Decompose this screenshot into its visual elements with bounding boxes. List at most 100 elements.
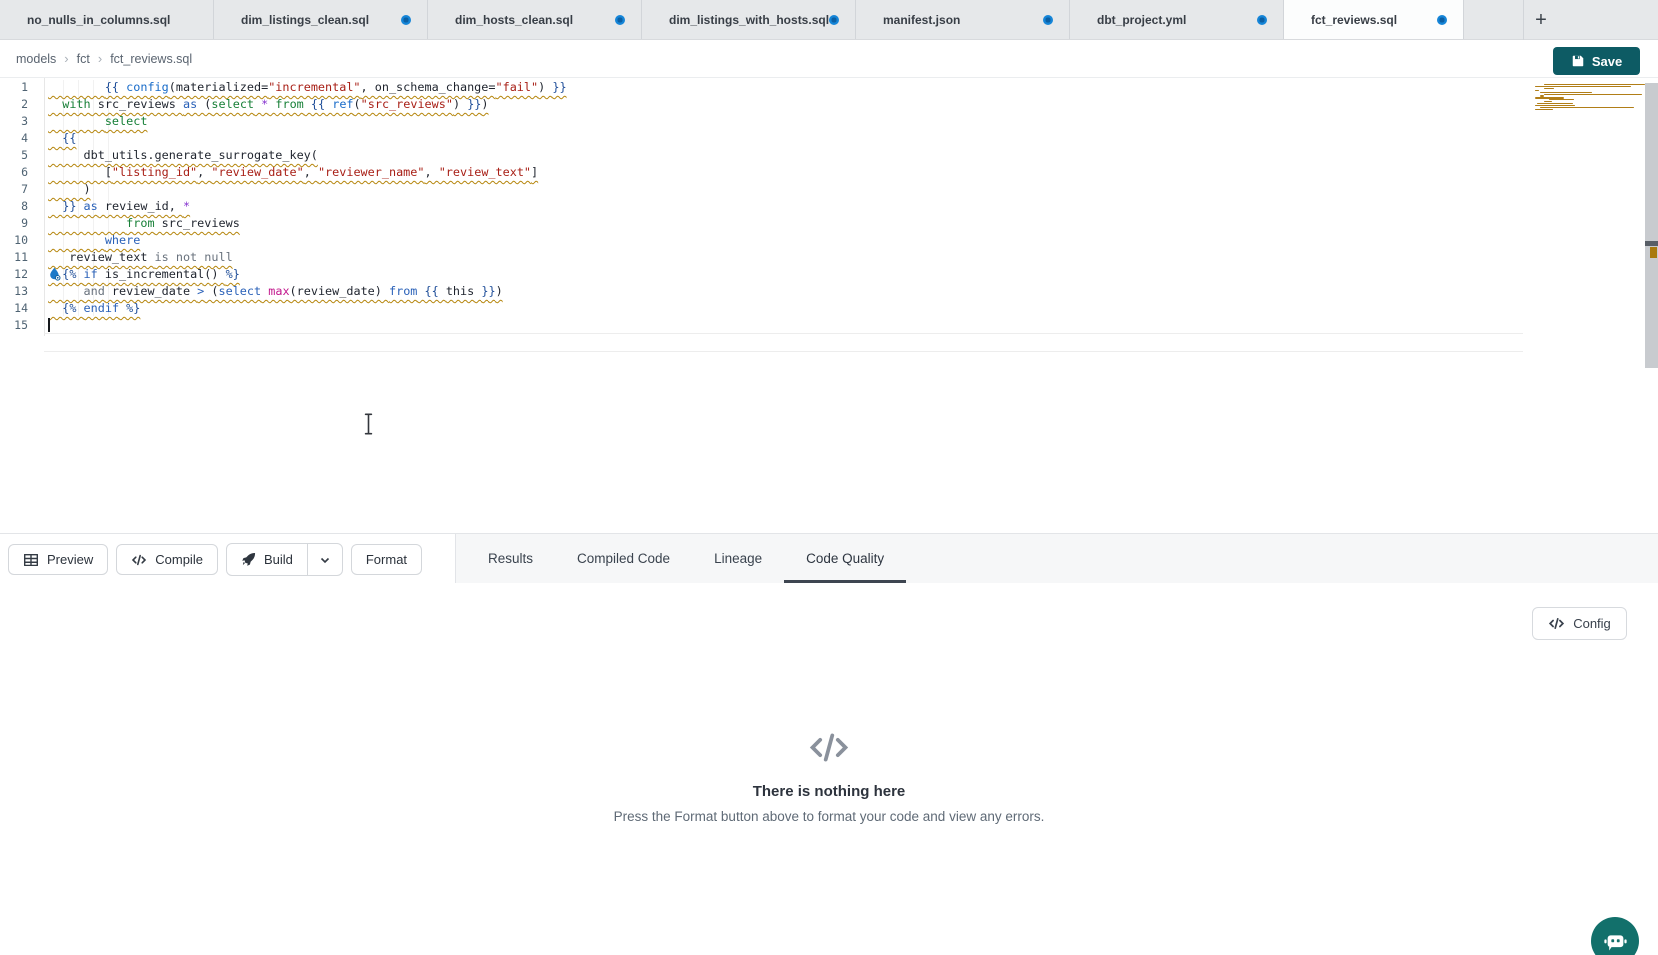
panel-tab-lineage[interactable]: Lineage: [692, 534, 784, 583]
breadcrumb-item-fct[interactable]: fct: [77, 52, 90, 66]
code-line-text: {{ config(materialized="incremental", on…: [48, 80, 567, 94]
editor-tab-fct_reviews.sql[interactable]: fct_reviews.sql: [1284, 0, 1464, 39]
code-token: endif: [84, 301, 120, 315]
build-split-button: Build: [226, 543, 343, 576]
code-line-text: review_text is not null: [48, 250, 233, 264]
code-token: ): [496, 284, 503, 298]
code-token: ): [481, 97, 488, 111]
line-number: 14: [0, 300, 32, 317]
config-button-label: Config: [1573, 616, 1611, 631]
editor-tab-dim_hosts_clean.sql[interactable]: dim_hosts_clean.sql: [428, 0, 642, 39]
results-panel: Config There is nothing here Press the F…: [0, 583, 1658, 955]
code-line-14[interactable]: {% endif %}: [48, 300, 1528, 317]
editor-tab-dim_listings_with_hosts.sql[interactable]: dim_listings_with_hosts.sql: [642, 0, 856, 39]
code-token: [76, 199, 83, 213]
code-token: [48, 199, 62, 213]
breadcrumb-item-fct_reviews.sql[interactable]: fct_reviews.sql: [110, 52, 192, 66]
code-token: ): [48, 182, 91, 196]
code-token: }}: [474, 284, 495, 298]
code-line-text: {% if is_incremental() %}: [48, 267, 240, 281]
panel-tab-code-quality[interactable]: Code Quality: [784, 534, 906, 583]
code-token: *: [183, 199, 190, 213]
editor-gutter: 123456789101112131415: [0, 79, 32, 334]
code-line-15[interactable]: [48, 317, 1528, 334]
build-menu-button[interactable]: [307, 544, 342, 575]
minimap[interactable]: [1532, 78, 1645, 198]
dbt-ide-window: no_nulls_in_columns.sql dim_listings_clea…: [0, 0, 1658, 955]
panel-tab-compiled-code[interactable]: Compiled Code: [555, 534, 692, 583]
editor-scrollbar[interactable]: [1645, 83, 1658, 368]
chatbot-icon: [1602, 928, 1629, 955]
code-token: {%: [62, 267, 83, 281]
code-editor: 123456789101112131415 {{ config(material…: [0, 78, 1658, 533]
editor-tab-no_nulls_in_columns.sql[interactable]: no_nulls_in_columns.sql: [0, 0, 214, 39]
preview-button[interactable]: Preview: [8, 544, 108, 575]
code-token: "listing_id": [112, 165, 197, 179]
scrollbar-thumb[interactable]: [1645, 241, 1658, 246]
code-line-11[interactable]: review_text is not null: [48, 249, 1528, 266]
modified-dot-icon: [1437, 15, 1447, 25]
code-line-7[interactable]: ): [48, 181, 1528, 198]
code-token: is_incremental(): [98, 267, 226, 281]
code-line-2[interactable]: with src_reviews as (select * from {{ re…: [48, 96, 1528, 113]
code-line-6[interactable]: ["listing_id", "review_date", "reviewer_…: [48, 164, 1528, 181]
code-token: {{: [62, 131, 76, 145]
code-line-text: {% endif %}: [48, 301, 140, 315]
tab-label: dbt_project.yml: [1097, 13, 1186, 27]
code-line-5[interactable]: dbt_utils.generate_surrogate_key(: [48, 147, 1528, 164]
save-button[interactable]: Save: [1553, 47, 1640, 75]
code-token: }}: [552, 80, 566, 94]
minimap-line-mark: [1549, 99, 1575, 100]
code-token: [: [48, 165, 112, 179]
new-tab-button[interactable]: +: [1523, 0, 1558, 40]
code-token: [48, 131, 62, 145]
code-token: {%: [62, 301, 83, 315]
tab-label: no_nulls_in_columns.sql: [27, 13, 170, 27]
jinja-droplet-icon[interactable]: [49, 267, 61, 281]
panel-tab-results[interactable]: Results: [466, 534, 555, 583]
code-line-text: with src_reviews as (select * from {{ re…: [48, 97, 489, 111]
button-label: Format: [366, 552, 407, 567]
code-token: "fail": [496, 80, 539, 94]
minimap-line-mark: [1535, 109, 1553, 110]
gutter-separator: [44, 78, 45, 336]
editor-tab-dim_listings_clean.sql[interactable]: dim_listings_clean.sql: [214, 0, 428, 39]
code-token: this: [446, 284, 474, 298]
format-button[interactable]: Format: [351, 544, 422, 575]
code-token: "src_reviews": [361, 97, 453, 111]
editor-tab-dbt_project.yml[interactable]: dbt_project.yml: [1070, 0, 1284, 39]
code-token: src_reviews: [91, 97, 183, 111]
config-button[interactable]: Config: [1532, 607, 1627, 640]
code-line-3[interactable]: select: [48, 113, 1528, 130]
code-line-text: dbt_utils.generate_surrogate_key(: [48, 148, 318, 162]
plus-icon: +: [1535, 9, 1547, 32]
code-line-text: where: [48, 233, 140, 247]
code-token: select: [105, 114, 148, 128]
code-line-12[interactable]: {% if is_incremental() %}: [48, 266, 1528, 283]
editor-tab-manifest.json[interactable]: manifest.json: [856, 0, 1070, 39]
code-token: "review_text": [439, 165, 531, 179]
code-icon: [1548, 617, 1565, 630]
code-token: [48, 233, 105, 247]
minimap-line-mark: [1544, 94, 1642, 95]
minimap-line-mark: [1535, 86, 1631, 87]
code-line-10[interactable]: where: [48, 232, 1528, 249]
code-line-1[interactable]: {{ config(materialized="incremental", on…: [48, 79, 1528, 96]
code-line-8[interactable]: }} as review_id, *: [48, 198, 1528, 215]
code-token: [304, 97, 311, 111]
breadcrumb-item-models[interactable]: models: [16, 52, 56, 66]
code-token: }}: [62, 199, 76, 213]
minimap-line-mark: [1535, 105, 1575, 106]
active-line-border: [44, 351, 1523, 352]
build-button[interactable]: Build: [227, 544, 307, 575]
code-area[interactable]: {{ config(materialized="incremental", on…: [48, 79, 1528, 334]
compile-button[interactable]: Compile: [116, 544, 218, 575]
code-line-4[interactable]: {{: [48, 130, 1528, 147]
code-token: ): [538, 80, 552, 94]
code-token: [48, 80, 105, 94]
code-line-9[interactable]: from src_reviews: [48, 215, 1528, 232]
code-token: review_date: [105, 284, 197, 298]
tab-label: manifest.json: [883, 13, 960, 27]
code-line-13[interactable]: and review_date > (select max(review_dat…: [48, 283, 1528, 300]
tab-label: dim_hosts_clean.sql: [455, 13, 573, 27]
